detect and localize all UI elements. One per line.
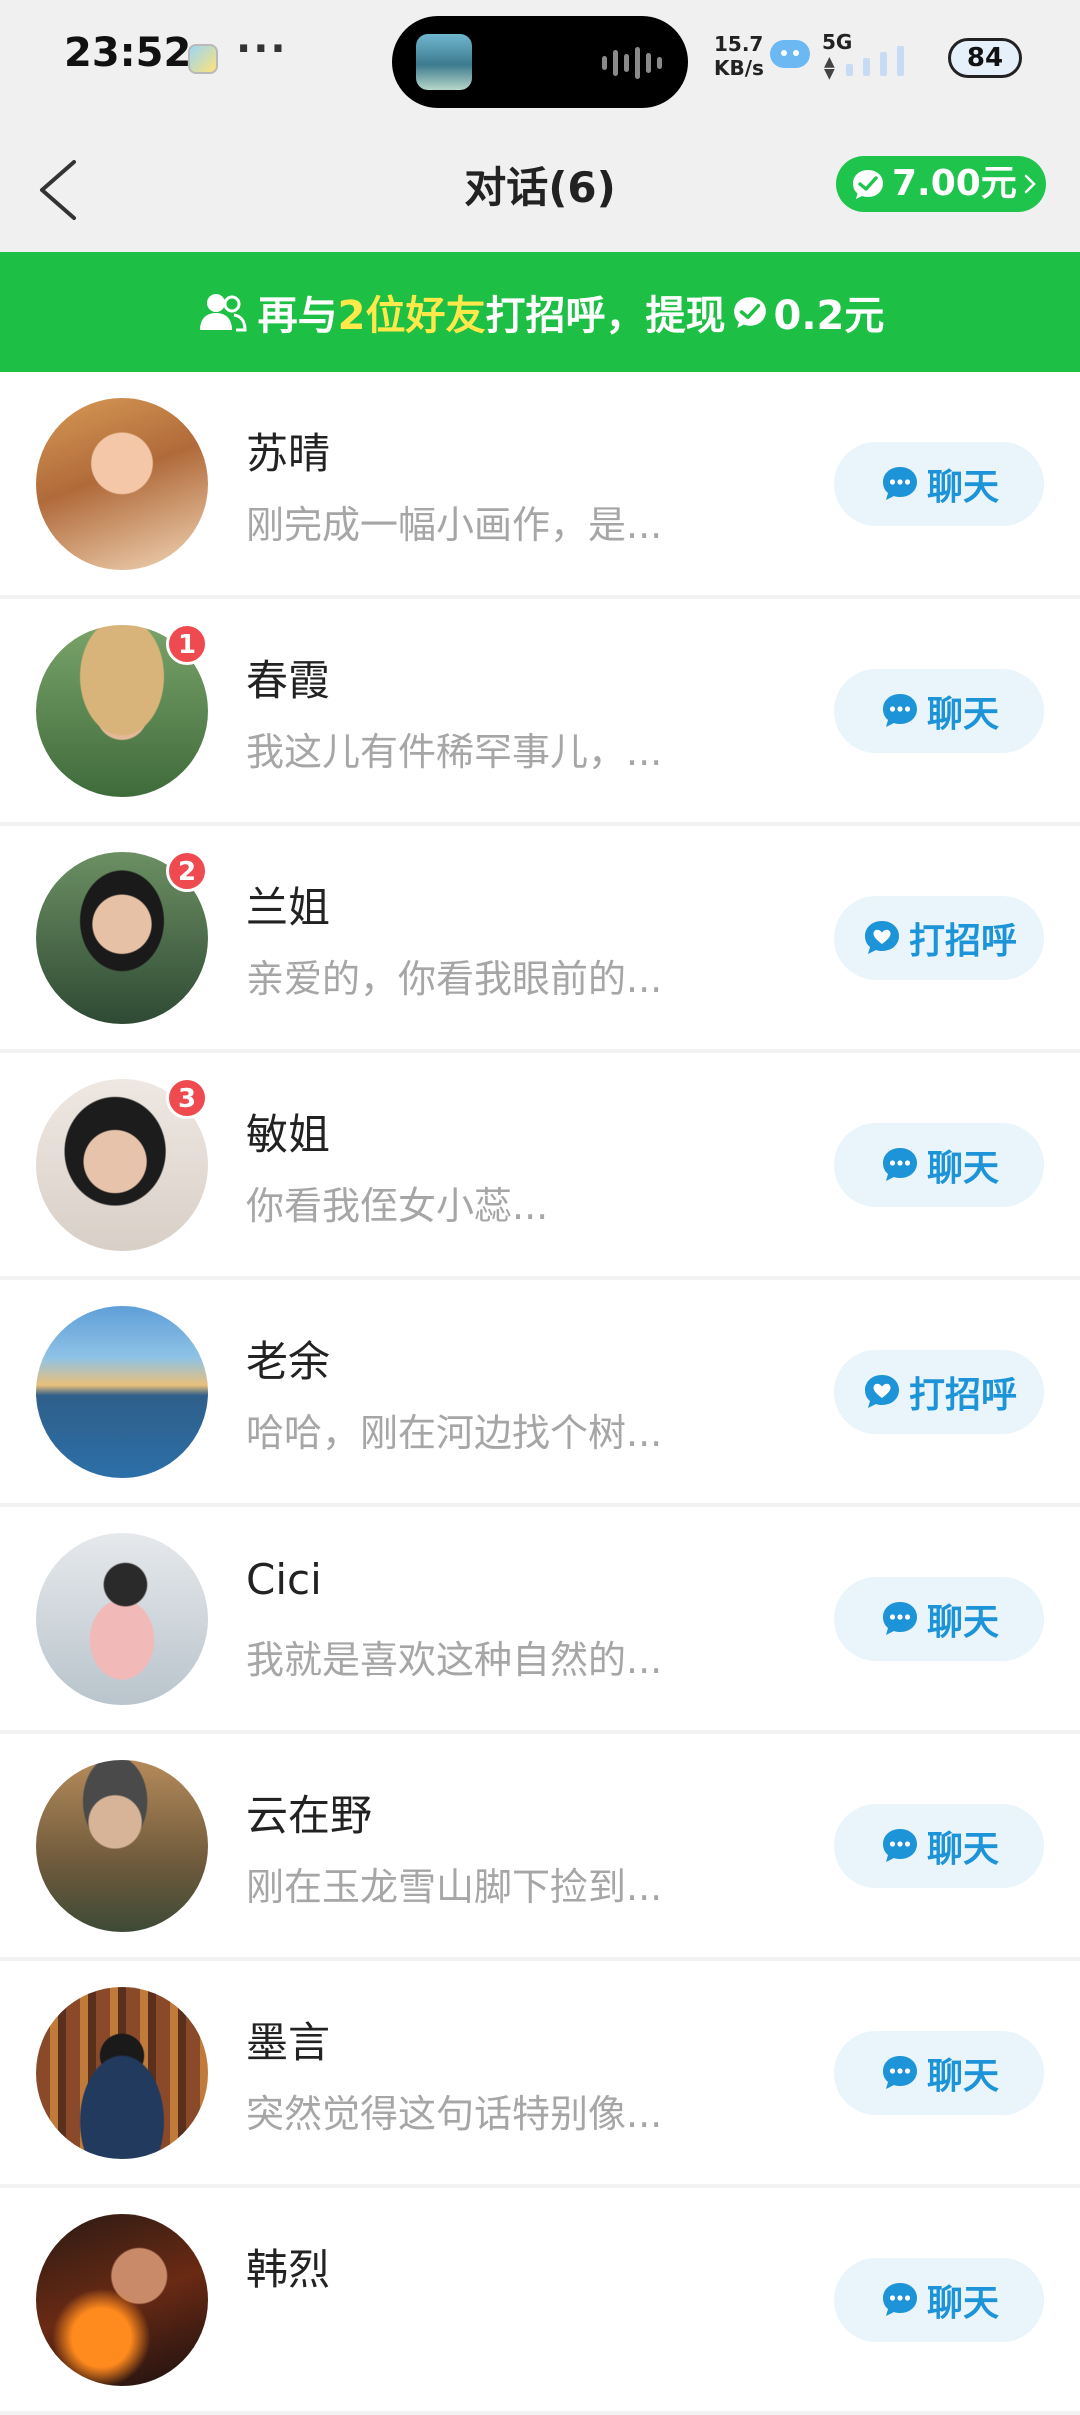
greet-button[interactable]: 打招呼 bbox=[834, 1350, 1044, 1434]
network-speed-unit: KB/s bbox=[714, 56, 764, 80]
conversation-row[interactable]: 云在野刚在玉龙雪山脚下捡到... 聊天 bbox=[0, 1734, 1080, 1961]
avatar[interactable] bbox=[36, 1760, 208, 1932]
conversation-row[interactable]: 3 敏姐你看我侄女小蕊... 聊天 bbox=[0, 1053, 1080, 1280]
coin-check-icon bbox=[734, 297, 767, 328]
message-preview: 你看我侄女小蕊... bbox=[246, 1184, 549, 1228]
unread-badge: 2 bbox=[166, 850, 208, 892]
more-notifications-icon: ··· bbox=[236, 26, 288, 72]
conversation-row[interactable]: Cici 我就是喜欢这种自然的... 聊天 bbox=[0, 1507, 1080, 1734]
action-label: 打招呼 bbox=[908, 1375, 1017, 1416]
heart-bubble-icon bbox=[864, 921, 899, 954]
avatar[interactable] bbox=[36, 1306, 208, 1478]
dynamic-island[interactable] bbox=[392, 16, 688, 108]
contact-name: 老余 bbox=[246, 1337, 331, 1386]
message-preview: 我这儿有件稀罕事儿，... bbox=[246, 730, 663, 774]
chat-bubble-icon bbox=[882, 2056, 917, 2089]
message-preview: 刚在玉龙雪山脚下捡到... bbox=[246, 1865, 663, 1909]
chat-button[interactable]: 聊天 bbox=[834, 2031, 1044, 2115]
avatar[interactable] bbox=[36, 398, 208, 570]
chat-bubble-icon bbox=[882, 694, 917, 727]
contact-name: 兰姐 bbox=[246, 883, 331, 932]
conversation-row[interactable]: 2 兰姐亲爱的，你看我眼前的... 打招呼 bbox=[0, 826, 1080, 1053]
contact-name: 苏晴 bbox=[246, 429, 331, 478]
banner-text-prefix: 再与 bbox=[257, 293, 338, 339]
app-notification-icon bbox=[188, 44, 218, 74]
message-preview: 哈哈，刚在河边找个树... bbox=[246, 1411, 663, 1455]
chat-button[interactable]: 聊天 bbox=[834, 1577, 1044, 1661]
action-label: 聊天 bbox=[926, 2056, 999, 2097]
message-preview: 亲爱的，你看我眼前的... bbox=[246, 957, 663, 1001]
contact-name: 敏姐 bbox=[246, 1110, 331, 1159]
chat-bubble-icon bbox=[882, 467, 917, 500]
action-label: 聊天 bbox=[926, 467, 999, 508]
wallet-balance-button[interactable]: 7.00元 bbox=[836, 156, 1046, 212]
avatar[interactable] bbox=[36, 1987, 208, 2159]
chat-button[interactable]: 聊天 bbox=[834, 2258, 1044, 2342]
banner-text-middle: 打招呼，提现 bbox=[485, 293, 726, 339]
conversation-row[interactable]: 韩烈聊天 bbox=[0, 2188, 1080, 2415]
action-label: 聊天 bbox=[926, 1829, 999, 1870]
avatar[interactable] bbox=[36, 2214, 208, 2386]
chat-button[interactable]: 聊天 bbox=[834, 442, 1044, 526]
chat-bubble-icon bbox=[882, 2283, 917, 2316]
message-preview: 我就是喜欢这种自然的... bbox=[246, 1638, 663, 1682]
contact-name: 韩烈 bbox=[246, 2245, 331, 2294]
message-preview-placeholder bbox=[246, 2364, 716, 2382]
conversation-row[interactable]: 苏晴刚完成一幅小画作，是... 聊天 bbox=[0, 372, 1080, 599]
assistant-icon bbox=[770, 40, 810, 68]
banner-highlight: 2位好友 bbox=[337, 293, 486, 339]
contact-name: 春霞 bbox=[246, 656, 331, 705]
data-transfer-icon: ▲ ▼ bbox=[824, 54, 835, 82]
contact-name: Cici bbox=[246, 1555, 322, 1604]
heart-bubble-icon bbox=[864, 1375, 899, 1408]
action-label: 打招呼 bbox=[908, 921, 1017, 962]
chat-button[interactable]: 聊天 bbox=[834, 1123, 1044, 1207]
network-speed: 15.7 KB/s bbox=[714, 32, 764, 80]
chat-button[interactable]: 聊天 bbox=[834, 669, 1044, 753]
unread-badge: 3 bbox=[166, 1077, 208, 1119]
users-icon bbox=[199, 294, 247, 332]
chat-bubble-icon bbox=[882, 1602, 917, 1635]
battery-indicator: 84 bbox=[948, 38, 1022, 78]
status-time: 23:52 bbox=[64, 30, 192, 76]
chat-button[interactable]: 聊天 bbox=[834, 1804, 1044, 1888]
invite-reward-banner[interactable]: 再与 2位好友 打招呼，提现 0.2元 bbox=[0, 252, 1080, 372]
message-preview: 突然觉得这句话特别像... bbox=[246, 2092, 663, 2136]
chat-bubble-icon bbox=[882, 1148, 917, 1181]
chevron-right-icon bbox=[1024, 174, 1036, 194]
action-label: 聊天 bbox=[926, 694, 999, 735]
contact-name: 墨言 bbox=[246, 2018, 331, 2067]
action-label: 聊天 bbox=[926, 1602, 999, 1643]
action-label: 聊天 bbox=[926, 1148, 999, 1189]
status-bar: 23:52 ··· 15.7 KB/s 5G ▲ ▼ 84 bbox=[0, 0, 1080, 120]
greet-button[interactable]: 打招呼 bbox=[834, 896, 1044, 980]
media-thumbnail bbox=[416, 34, 472, 90]
signal-strength-icon bbox=[846, 44, 904, 76]
chat-bubble-icon bbox=[882, 1829, 917, 1862]
coin-check-icon bbox=[853, 170, 883, 199]
network-speed-value: 15.7 bbox=[714, 32, 764, 56]
conversation-row[interactable]: 墨言突然觉得这句话特别像... 聊天 bbox=[0, 1961, 1080, 2188]
conversation-row[interactable]: 1 春霞我这儿有件稀罕事儿，... 聊天 bbox=[0, 599, 1080, 826]
audio-wave-icon bbox=[602, 46, 662, 80]
unread-badge: 1 bbox=[166, 623, 208, 665]
avatar[interactable] bbox=[36, 1533, 208, 1705]
banner-amount: 0.2元 bbox=[773, 293, 885, 339]
conversation-list: 苏晴刚完成一幅小画作，是... 聊天 1 春霞我这儿有件稀罕事儿，... 聊天 2 兰姐亲爱… bbox=[0, 372, 1080, 2415]
contact-name: 云在野 bbox=[246, 1791, 373, 1840]
action-label: 聊天 bbox=[926, 2283, 999, 2324]
wallet-balance-amount: 7.00元 bbox=[892, 163, 1017, 204]
message-preview: 刚完成一幅小画作，是... bbox=[246, 503, 663, 547]
navigation-bar: 对话(6) 7.00元 bbox=[0, 120, 1080, 252]
conversation-row[interactable]: 老余哈哈，刚在河边找个树... 打招呼 bbox=[0, 1280, 1080, 1507]
